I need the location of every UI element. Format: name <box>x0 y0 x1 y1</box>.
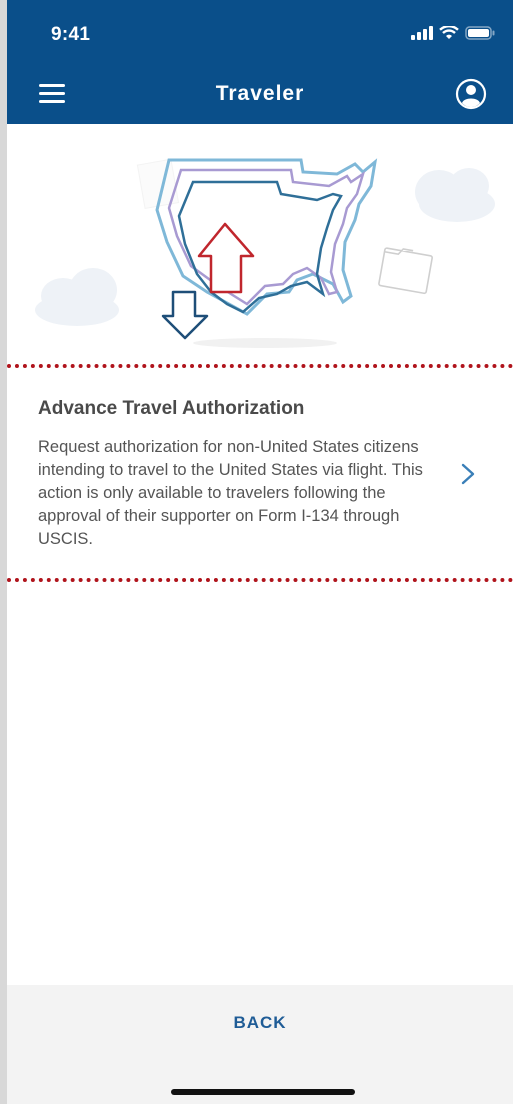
battery-icon <box>465 26 495 40</box>
signal-icon <box>411 26 433 40</box>
divider-bottom <box>7 578 513 582</box>
divider-top <box>7 364 513 368</box>
status-bar: 9:41 <box>7 0 513 64</box>
app-screen: 9:41 Traveler Advance Travel Authorizati… <box>7 0 513 1104</box>
footer: BACK <box>7 985 513 1104</box>
cloud-icon-right <box>415 168 495 222</box>
usa-outline-purple <box>167 168 366 306</box>
home-indicator <box>171 1089 355 1095</box>
arrow-down-icon <box>161 290 209 340</box>
advance-travel-authorization-card[interactable]: Advance Travel Authorization Request aut… <box>7 370 513 578</box>
chevron-right-icon[interactable] <box>459 462 477 486</box>
cloud-icon-left <box>35 268 119 326</box>
card-description: Request authorization for non-United Sta… <box>38 438 423 548</box>
arrow-up-icon <box>197 222 255 294</box>
nav-bar: Traveler <box>7 64 513 124</box>
page-title: Traveler <box>215 82 305 105</box>
user-profile-icon[interactable] <box>455 78 487 110</box>
status-time: 9:41 <box>51 24 91 45</box>
travel-map-illustration <box>35 158 495 348</box>
wifi-icon <box>439 26 459 39</box>
card-title: Advance Travel Authorization <box>38 398 305 419</box>
hero-illustration <box>7 124 513 362</box>
back-button[interactable]: BACK <box>7 1013 513 1033</box>
status-icons <box>411 26 495 40</box>
folder-icon <box>378 247 433 295</box>
